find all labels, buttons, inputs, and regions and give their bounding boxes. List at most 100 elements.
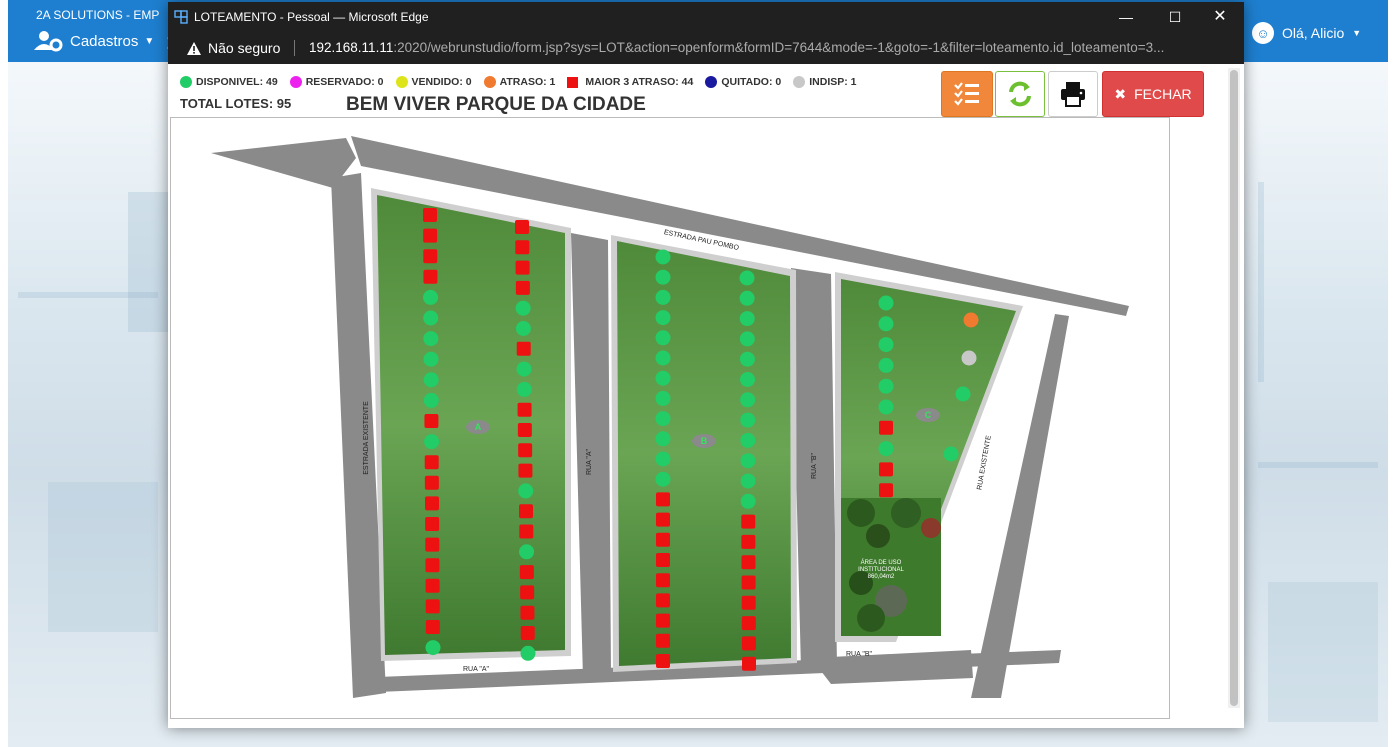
lot-marker-c-right-3[interactable]: [955, 386, 971, 402]
lot-marker-c-right-2[interactable]: [961, 350, 977, 366]
lot-marker-b-right-20[interactable]: [742, 656, 756, 671]
lot-marker-a-right-15[interactable]: [519, 504, 533, 519]
lot-marker-a-left-1[interactable]: [423, 208, 437, 222]
lot-marker-b-right-14[interactable]: [741, 534, 756, 549]
lot-marker-b-left-18[interactable]: [656, 593, 670, 608]
lot-marker-a-right-1[interactable]: [515, 220, 529, 234]
lot-marker-a-right-17[interactable]: [519, 544, 535, 560]
lot-marker-a-left-6[interactable]: [423, 310, 439, 326]
lot-marker-a-right-10[interactable]: [517, 402, 532, 417]
lot-marker-b-right-8[interactable]: [740, 412, 756, 428]
lot-marker-a-right-9[interactable]: [516, 381, 532, 397]
lot-marker-b-left-16[interactable]: [656, 553, 670, 567]
lot-marker-c-right-4[interactable]: [943, 446, 959, 462]
print-button[interactable]: [1048, 71, 1098, 117]
lot-marker-a-right-11[interactable]: [517, 423, 532, 437]
user-menu[interactable]: ☺ Olá, Alicio ▼: [1252, 22, 1361, 44]
lot-marker-c-left-6[interactable]: [878, 399, 894, 415]
lot-marker-c-left-1[interactable]: [878, 295, 894, 311]
lot-marker-b-left-7[interactable]: [655, 370, 671, 386]
lot-marker-a-right-18[interactable]: [519, 565, 534, 580]
lot-marker-a-left-8[interactable]: [423, 351, 439, 367]
list-button[interactable]: [941, 71, 993, 117]
close-window-button[interactable]: ✕: [1202, 6, 1238, 28]
lot-marker-b-right-16[interactable]: [741, 575, 756, 590]
lot-marker-a-left-22[interactable]: [425, 640, 441, 656]
lot-marker-c-left-8[interactable]: [878, 441, 894, 457]
vertical-scrollbar[interactable]: [1228, 68, 1240, 708]
lot-marker-a-left-7[interactable]: [423, 331, 439, 347]
lot-marker-b-left-1[interactable]: [655, 249, 671, 265]
lot-marker-b-left-8[interactable]: [655, 390, 671, 406]
lot-marker-a-left-9[interactable]: [423, 372, 439, 388]
lot-marker-b-right-9[interactable]: [740, 432, 756, 448]
lot-marker-b-right-15[interactable]: [741, 555, 756, 570]
lot-marker-a-right-6[interactable]: [515, 321, 531, 336]
lot-marker-b-right-11[interactable]: [740, 473, 756, 489]
lot-marker-a-right-20[interactable]: [520, 605, 535, 620]
lot-marker-b-left-10[interactable]: [655, 431, 671, 447]
lot-marker-b-right-7[interactable]: [740, 392, 756, 408]
lot-marker-b-left-6[interactable]: [655, 350, 671, 366]
lot-marker-a-left-12[interactable]: [424, 434, 440, 450]
lot-marker-a-left-17[interactable]: [425, 537, 440, 552]
lot-marker-a-left-19[interactable]: [425, 578, 440, 593]
block-b[interactable]: [617, 241, 791, 666]
lot-marker-b-left-15[interactable]: [656, 532, 670, 547]
url-text[interactable]: 192.168.11.11:2020/webrunstudio/form.jsp…: [309, 40, 1164, 55]
scrollbar-thumb[interactable]: [1230, 70, 1238, 706]
lot-marker-a-left-4[interactable]: [423, 269, 438, 284]
subdivision-map[interactable]: ÁREA DE USO INSTITUCIONAL 860,04m2 A B C…: [170, 117, 1170, 719]
lot-marker-b-right-12[interactable]: [740, 493, 756, 509]
lot-marker-c-left-7[interactable]: [879, 420, 893, 435]
lot-marker-b-left-2[interactable]: [655, 269, 671, 285]
lot-marker-a-left-18[interactable]: [425, 558, 440, 573]
lot-marker-b-right-6[interactable]: [740, 372, 756, 387]
address-bar[interactable]: Não seguro 192.168.11.11:2020/webrunstud…: [168, 32, 1244, 64]
maximize-button[interactable]: ☐: [1157, 6, 1193, 28]
lot-marker-b-right-19[interactable]: [741, 636, 756, 651]
lot-marker-a-right-22[interactable]: [520, 645, 536, 661]
lot-marker-a-right-21[interactable]: [520, 626, 535, 640]
lot-marker-a-right-16[interactable]: [519, 524, 534, 539]
lot-marker-b-left-3[interactable]: [655, 289, 671, 305]
lot-marker-a-left-10[interactable]: [423, 392, 439, 408]
lot-marker-a-right-7[interactable]: [516, 341, 531, 356]
lot-marker-b-right-5[interactable]: [739, 351, 755, 367]
lot-marker-b-right-2[interactable]: [739, 290, 755, 306]
lot-marker-c-left-2[interactable]: [878, 316, 894, 332]
lot-marker-c-right-1[interactable]: [963, 312, 979, 328]
lot-marker-a-left-13[interactable]: [424, 455, 439, 470]
lot-marker-a-right-14[interactable]: [518, 483, 534, 499]
lot-marker-a-left-21[interactable]: [425, 620, 440, 634]
lot-marker-b-right-17[interactable]: [741, 595, 756, 610]
lot-marker-a-right-3[interactable]: [515, 260, 530, 275]
lot-marker-b-left-14[interactable]: [656, 512, 670, 527]
lot-marker-a-right-4[interactable]: [515, 280, 530, 295]
lot-marker-a-left-16[interactable]: [425, 517, 440, 531]
lot-marker-a-left-20[interactable]: [425, 599, 440, 614]
lot-marker-a-right-2[interactable]: [515, 240, 530, 255]
lot-marker-b-right-3[interactable]: [739, 311, 755, 327]
minimize-button[interactable]: —: [1108, 6, 1144, 28]
refresh-button[interactable]: [995, 71, 1045, 117]
lot-marker-b-left-13[interactable]: [656, 492, 670, 507]
lot-marker-b-left-12[interactable]: [655, 471, 671, 487]
lot-marker-a-left-3[interactable]: [423, 249, 438, 264]
lot-marker-b-left-5[interactable]: [655, 330, 671, 346]
lot-marker-c-left-3[interactable]: [878, 337, 894, 353]
security-warning[interactable]: Não seguro: [186, 40, 280, 56]
lot-marker-a-left-14[interactable]: [424, 475, 439, 490]
close-button[interactable]: ✖ FECHAR: [1102, 71, 1204, 117]
lot-marker-b-left-11[interactable]: [655, 451, 671, 467]
lot-marker-a-right-12[interactable]: [518, 443, 533, 458]
menu-cadastros[interactable]: Cadastros ▼: [34, 30, 154, 52]
lot-marker-a-left-5[interactable]: [423, 289, 439, 305]
lot-marker-b-right-1[interactable]: [739, 270, 755, 286]
lot-marker-c-left-4[interactable]: [878, 357, 894, 373]
lot-marker-b-right-13[interactable]: [741, 514, 756, 529]
lot-marker-b-left-4[interactable]: [655, 310, 671, 326]
lot-marker-a-right-13[interactable]: [518, 463, 533, 478]
lot-marker-a-right-5[interactable]: [515, 300, 531, 316]
lot-marker-b-left-20[interactable]: [656, 633, 670, 648]
